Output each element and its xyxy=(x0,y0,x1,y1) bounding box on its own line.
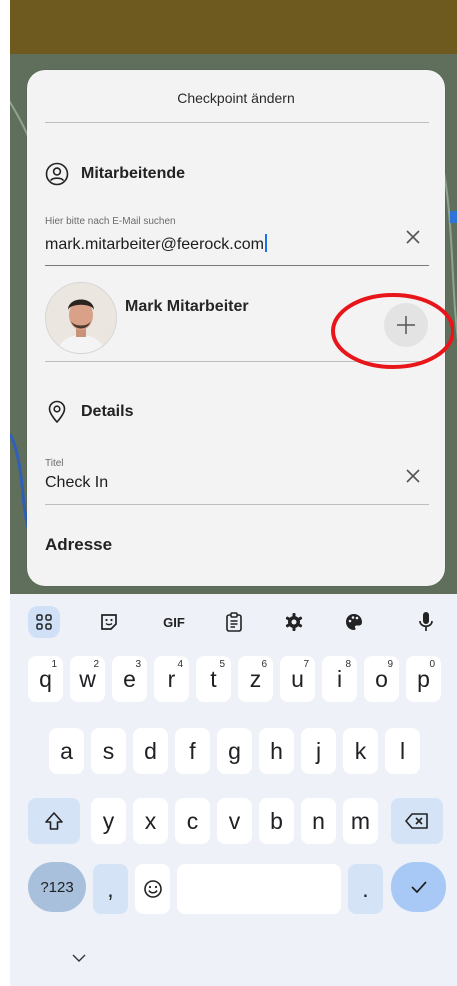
backspace-key[interactable] xyxy=(391,798,443,844)
key-k[interactable]: k xyxy=(343,728,378,774)
key-f[interactable]: f xyxy=(175,728,210,774)
key-w[interactable]: w2 xyxy=(70,656,105,702)
title-underline xyxy=(45,504,429,505)
key-i[interactable]: i8 xyxy=(322,656,357,702)
address-heading: Adresse xyxy=(45,535,112,555)
key-x[interactable]: x xyxy=(133,798,168,844)
details-section-header: Details xyxy=(45,400,133,424)
phone-screen: Checkpoint ändern Mitarbeitende Hier bit… xyxy=(10,0,457,986)
checkmark-icon xyxy=(410,881,427,894)
palette-icon[interactable] xyxy=(338,606,370,638)
space-key[interactable] xyxy=(177,864,341,914)
backspace-icon xyxy=(405,813,428,829)
divider xyxy=(45,122,429,123)
sheet-title: Checkpoint ändern xyxy=(177,90,295,106)
key-u[interactable]: u7 xyxy=(280,656,315,702)
divider xyxy=(45,361,429,362)
employee-result-name: Mark Mitarbeiter xyxy=(125,298,249,315)
microphone-icon[interactable] xyxy=(410,606,442,638)
emoji-key[interactable] xyxy=(135,864,170,914)
title-input[interactable]: Check In xyxy=(45,474,108,492)
close-icon xyxy=(406,469,420,483)
close-icon xyxy=(406,230,420,244)
employees-heading: Mitarbeitende xyxy=(81,165,186,182)
comma-key[interactable]: , xyxy=(93,864,128,914)
key-a[interactable]: a xyxy=(49,728,84,774)
key-g[interactable]: g xyxy=(217,728,252,774)
gif-button[interactable]: GIF xyxy=(158,606,190,638)
status-bar xyxy=(10,0,457,54)
key-m[interactable]: m xyxy=(343,798,378,844)
shift-arrow-icon xyxy=(45,812,63,830)
apps-grid-icon[interactable] xyxy=(28,606,60,638)
settings-gear-icon[interactable] xyxy=(278,606,310,638)
email-search-value: mark.mitarbeiter@feerock.com xyxy=(45,236,264,253)
search-underline xyxy=(45,265,429,266)
key-h[interactable]: h xyxy=(259,728,294,774)
location-pin-icon xyxy=(48,400,66,424)
chevron-down-icon[interactable] xyxy=(72,949,86,967)
details-heading: Details xyxy=(81,403,134,420)
key-q[interactable]: q1 xyxy=(28,656,63,702)
plus-icon xyxy=(397,316,415,334)
key-e[interactable]: e3 xyxy=(112,656,147,702)
key-v[interactable]: v xyxy=(217,798,252,844)
period-key[interactable]: . xyxy=(348,864,383,914)
key-y[interactable]: y xyxy=(91,798,126,844)
key-c[interactable]: c xyxy=(175,798,210,844)
key-p[interactable]: p0 xyxy=(406,656,441,702)
key-s[interactable]: s xyxy=(91,728,126,774)
person-circle-icon xyxy=(45,162,69,186)
keyboard: GIF q 1 w 2 e 3 r 4 t 5 z 6 u 7 i 8 o 9 … xyxy=(10,594,457,986)
key-n[interactable]: n xyxy=(301,798,336,844)
key-d[interactable]: d xyxy=(133,728,168,774)
shift-key[interactable] xyxy=(28,798,80,844)
search-field-label: Hier bitte nach E-Mail suchen xyxy=(45,216,176,227)
text-cursor xyxy=(264,234,267,252)
key-t[interactable]: t5 xyxy=(196,656,231,702)
address-heading-text: Adresse xyxy=(45,535,113,554)
sticker-icon[interactable] xyxy=(93,606,125,638)
symbols-key[interactable]: ?123 xyxy=(28,862,86,912)
key-j[interactable]: j xyxy=(301,728,336,774)
emoji-icon xyxy=(143,880,162,898)
edit-checkpoint-sheet: Checkpoint ändern Mitarbeitende Hier bit… xyxy=(27,70,445,586)
title-field-label: Titel xyxy=(45,458,64,469)
key-b[interactable]: b xyxy=(259,798,294,844)
clipboard-icon[interactable] xyxy=(218,606,250,638)
key-z[interactable]: z6 xyxy=(238,656,273,702)
clear-title-button[interactable] xyxy=(399,462,427,490)
email-search-input[interactable]: mark.mitarbeiter@feerock.com xyxy=(45,234,267,254)
employees-section-header: Mitarbeitende xyxy=(45,162,185,186)
key-o[interactable]: o9 xyxy=(364,656,399,702)
clear-search-button[interactable] xyxy=(399,223,427,251)
key-r[interactable]: r4 xyxy=(154,656,189,702)
key-l[interactable]: l xyxy=(385,728,420,774)
add-employee-button[interactable] xyxy=(384,303,428,347)
avatar xyxy=(45,282,117,354)
enter-key[interactable] xyxy=(391,862,446,912)
